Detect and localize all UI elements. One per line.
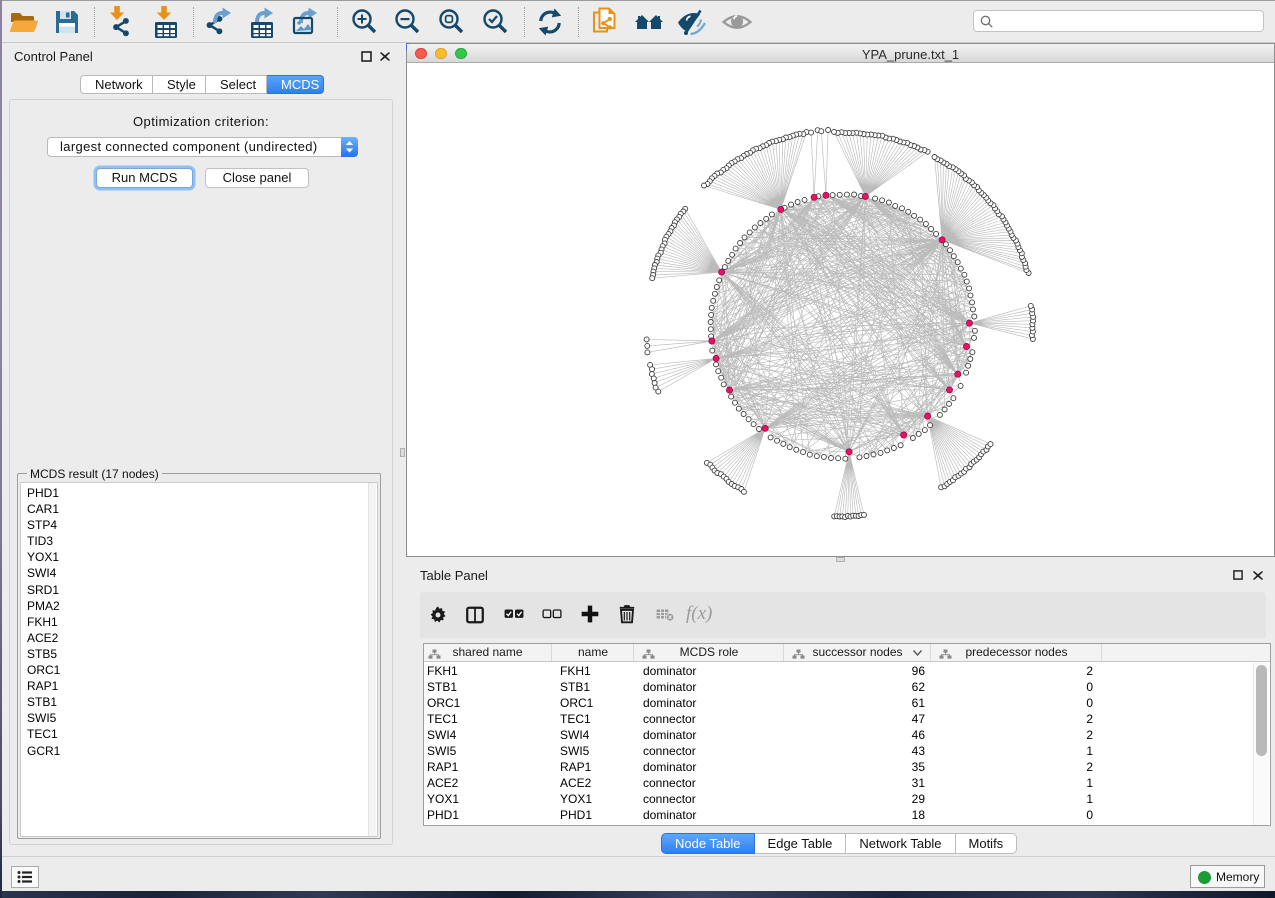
svg-text:f(x): f(x) — [686, 603, 712, 624]
